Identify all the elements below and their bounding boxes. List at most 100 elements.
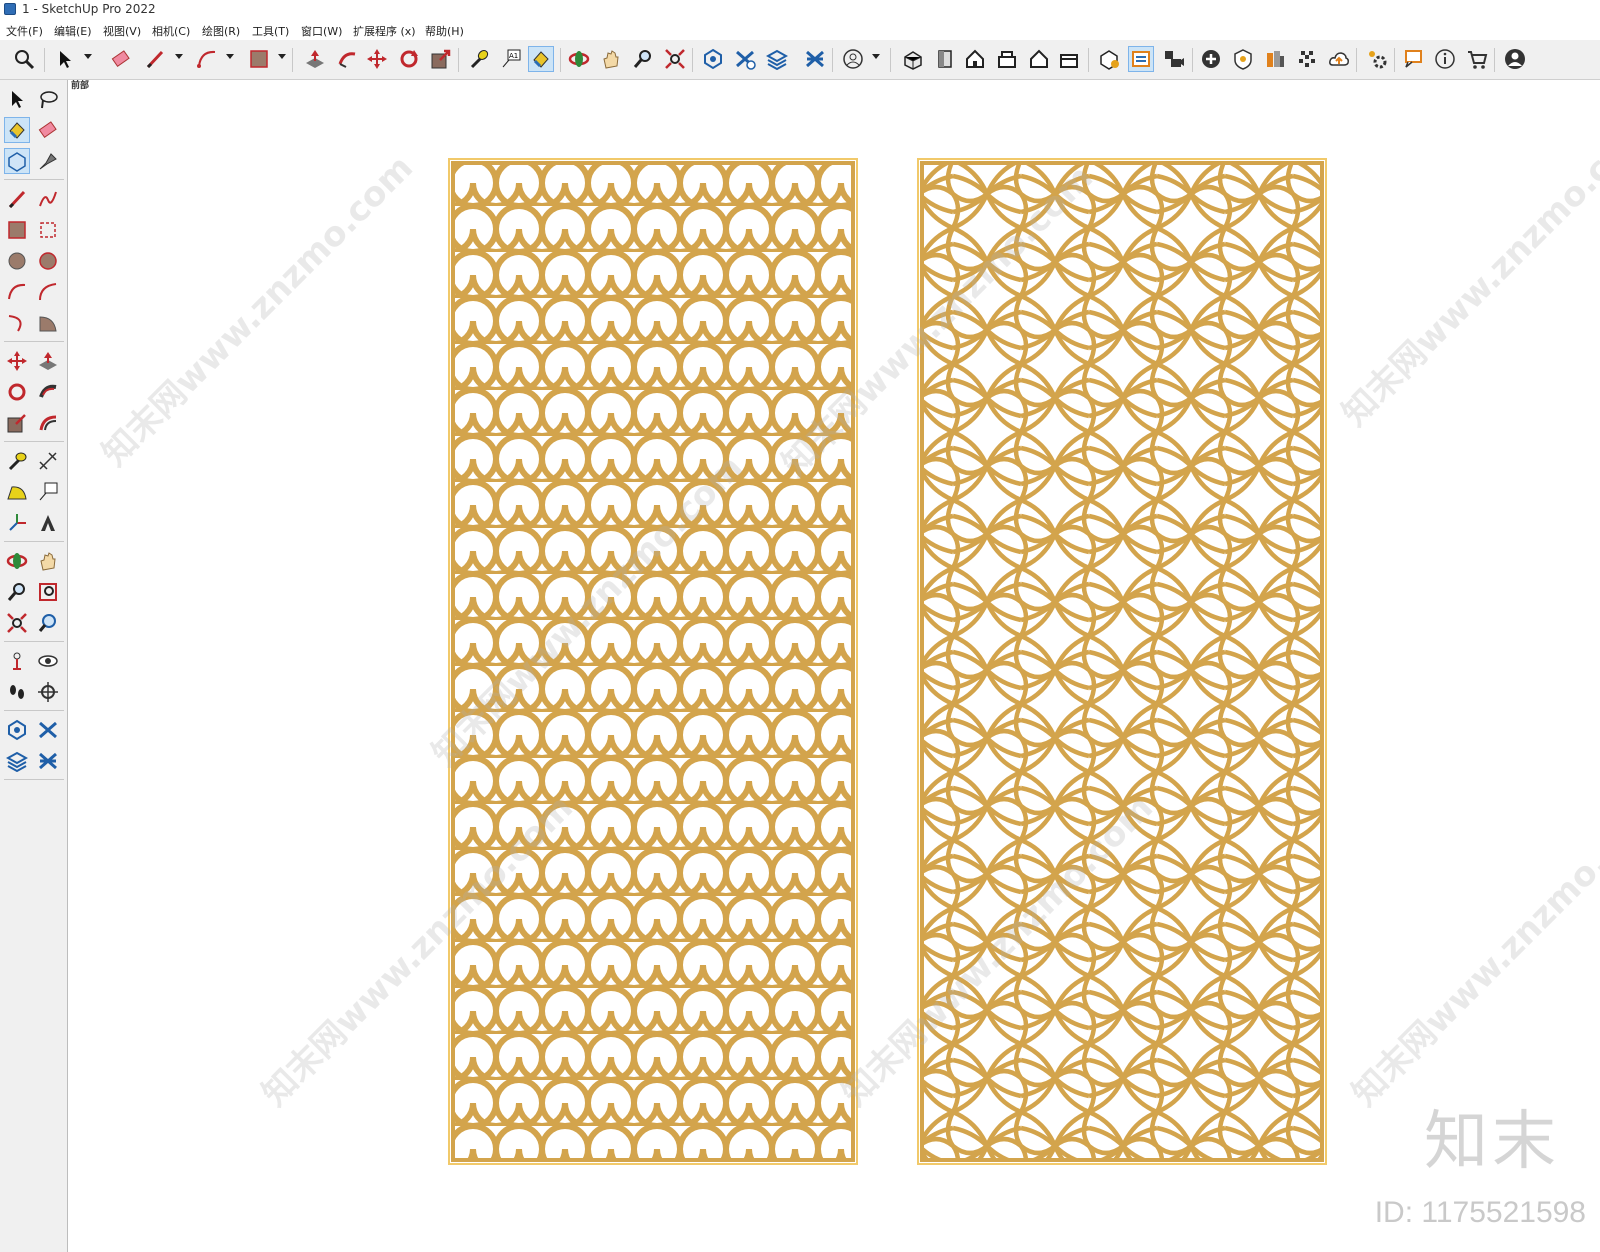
info-icon[interactable] xyxy=(1432,46,1458,72)
polygon-icon[interactable] xyxy=(35,248,61,274)
dimension-icon[interactable] xyxy=(35,448,61,474)
back-view-icon[interactable] xyxy=(1026,46,1052,72)
pie-icon[interactable] xyxy=(35,310,61,336)
position-camera-icon[interactable] xyxy=(4,648,30,674)
eraser-icon[interactable] xyxy=(108,46,134,72)
text-icon[interactable] xyxy=(35,479,61,505)
zoom-window-icon[interactable] xyxy=(35,579,61,605)
right-view-icon[interactable] xyxy=(994,46,1020,72)
move-icon[interactable] xyxy=(364,46,390,72)
styles-icon[interactable] xyxy=(802,46,828,72)
pencil-icon[interactable] xyxy=(142,46,168,72)
look-around-icon[interactable] xyxy=(35,648,61,674)
right-lattice-panel[interactable] xyxy=(917,158,1327,1165)
menu-tools[interactable]: 工具(T) xyxy=(252,23,289,39)
pencil-icon[interactable] xyxy=(4,186,30,212)
account-icon[interactable] xyxy=(840,46,866,72)
text-icon[interactable]: A1 xyxy=(498,46,524,72)
cart-icon[interactable] xyxy=(1464,46,1490,72)
texture-icon[interactable] xyxy=(1294,46,1320,72)
zoom-icon[interactable] xyxy=(630,46,656,72)
account-dropdown[interactable] xyxy=(872,54,880,59)
section-plane-icon[interactable] xyxy=(35,679,61,705)
move-icon[interactable] xyxy=(4,348,30,374)
lasso-select-icon[interactable] xyxy=(35,86,61,112)
three-point-arc-icon[interactable] xyxy=(4,310,30,336)
pan-icon[interactable] xyxy=(35,548,61,574)
orbit-icon[interactable] xyxy=(4,548,30,574)
settings-icon[interactable] xyxy=(1364,46,1390,72)
select-icon[interactable] xyxy=(52,46,78,72)
walk-icon[interactable] xyxy=(4,679,30,705)
tape-measure-icon[interactable] xyxy=(4,448,30,474)
iso-view-icon[interactable] xyxy=(900,46,926,72)
freehand-icon[interactable] xyxy=(35,186,61,212)
arc-icon[interactable] xyxy=(194,46,220,72)
top-view-icon[interactable] xyxy=(932,46,958,72)
follow-me-icon[interactable] xyxy=(35,379,61,405)
menu-help[interactable]: 帮助(H) xyxy=(425,23,464,39)
scenes-icon[interactable] xyxy=(1160,46,1186,72)
menu-window[interactable]: 窗口(W) xyxy=(301,23,342,39)
menu-edit[interactable]: 编辑(E) xyxy=(54,23,92,39)
arc-icon[interactable] xyxy=(4,279,30,305)
circle-icon[interactable] xyxy=(4,248,30,274)
tag-tool-icon[interactable] xyxy=(35,148,61,174)
shadow-icon[interactable] xyxy=(1230,46,1256,72)
eraser-icon[interactable] xyxy=(35,117,61,143)
select-icon[interactable] xyxy=(4,86,30,112)
rectangle-icon[interactable] xyxy=(4,217,30,243)
pan-icon[interactable] xyxy=(598,46,624,72)
protractor-icon[interactable] xyxy=(4,479,30,505)
left-lattice-panel[interactable] xyxy=(448,158,858,1165)
drawing-viewport[interactable]: 前部 知末网www.znzmo.com 知末网www.znzmo.com 知末网… xyxy=(69,80,1600,1252)
materials-icon[interactable] xyxy=(1262,46,1288,72)
menu-file[interactable]: 文件(F) xyxy=(6,23,43,39)
push-pull-icon[interactable] xyxy=(302,46,328,72)
rotated-rectangle-icon[interactable] xyxy=(35,217,61,243)
two-point-arc-icon[interactable] xyxy=(35,279,61,305)
layers-icon[interactable] xyxy=(764,46,790,72)
offset-icon[interactable] xyxy=(35,410,61,436)
layers-icon[interactable] xyxy=(4,748,30,774)
components-icon[interactable] xyxy=(1096,46,1122,72)
scale-icon[interactable] xyxy=(4,410,30,436)
rectangle-icon[interactable] xyxy=(246,46,272,72)
zoom-extents-icon[interactable] xyxy=(11,46,37,72)
front-view-icon[interactable] xyxy=(962,46,988,72)
scale-icon[interactable] xyxy=(428,46,454,72)
follow-me-icon[interactable] xyxy=(334,46,360,72)
pencil-dropdown[interactable] xyxy=(175,54,183,59)
cloud-upload-icon[interactable] xyxy=(1326,46,1352,72)
menu-view[interactable]: 视图(V) xyxy=(103,23,141,39)
rectangle-dropdown[interactable] xyxy=(278,54,286,59)
arc-dropdown[interactable] xyxy=(226,54,234,59)
3d-text-icon[interactable] xyxy=(35,510,61,536)
menu-extensions[interactable]: 扩展程序 (x) xyxy=(353,23,416,39)
axes-icon[interactable] xyxy=(4,510,30,536)
warehouse-icon[interactable] xyxy=(4,717,30,743)
styles-icon[interactable] xyxy=(35,748,61,774)
paint-bucket-icon[interactable] xyxy=(528,46,554,72)
zoom-icon[interactable] xyxy=(4,579,30,605)
rotate-icon[interactable] xyxy=(396,46,422,72)
orbit-icon[interactable] xyxy=(566,46,592,72)
tags-icon[interactable] xyxy=(1128,46,1154,72)
left-view-icon[interactable] xyxy=(1056,46,1082,72)
paint-bucket-icon[interactable] xyxy=(4,117,30,143)
select-dropdown[interactable] xyxy=(84,54,92,59)
zoom-window-icon[interactable] xyxy=(662,46,688,72)
previous-view-icon[interactable] xyxy=(35,610,61,636)
add-icon[interactable] xyxy=(1198,46,1224,72)
make-component-icon[interactable] xyxy=(4,148,30,174)
comment-icon[interactable] xyxy=(1400,46,1426,72)
warehouse-icon[interactable] xyxy=(700,46,726,72)
menu-draw[interactable]: 绘图(R) xyxy=(202,23,240,39)
zoom-extents-icon[interactable] xyxy=(4,610,30,636)
rotate-icon[interactable] xyxy=(4,379,30,405)
profile-icon[interactable] xyxy=(1502,46,1528,72)
scene-tab[interactable]: 前部 xyxy=(71,80,89,91)
menu-camera[interactable]: 相机(C) xyxy=(152,23,190,39)
extension-icon[interactable] xyxy=(732,46,758,72)
extension-icon[interactable] xyxy=(35,717,61,743)
